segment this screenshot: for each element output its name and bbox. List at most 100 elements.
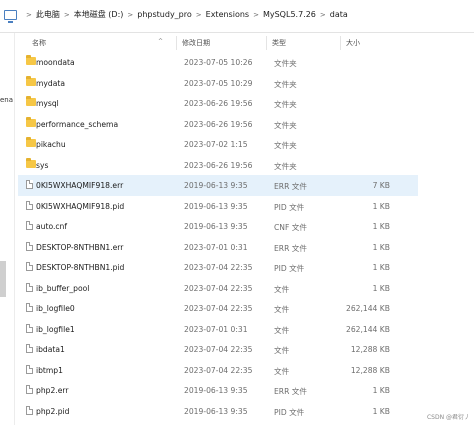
computer-icon xyxy=(4,9,17,23)
file-list: moondata 2023-07-05 10:26 文件夹 mydata 2023-07… xyxy=(18,52,418,421)
file-row[interactable]: php2.err 2019-06-13 9:35 ERR 文件 1 KB xyxy=(18,380,418,401)
modified-date: 2023-07-05 10:26 xyxy=(184,58,253,67)
breadcrumb-item[interactable]: data xyxy=(330,10,348,19)
column-header-name[interactable]: 名称 xyxy=(32,38,46,48)
file-type: 文件 xyxy=(274,305,290,314)
folder-icon xyxy=(26,157,36,168)
modified-date: 2023-06-26 19:56 xyxy=(184,99,253,108)
file-name: ibtmp1 xyxy=(36,365,63,375)
breadcrumb-item[interactable]: Extensions xyxy=(206,10,249,19)
chevron-right-icon[interactable]: > xyxy=(127,11,133,19)
file-type: 文件夹 xyxy=(274,161,297,171)
file-row[interactable]: ib_buffer_pool 2023-07-04 22:35 文件 1 KB xyxy=(18,278,418,299)
modified-date: 2019-06-13 9:35 xyxy=(184,181,248,190)
file-icon xyxy=(26,364,33,374)
modified-date: 2023-06-26 19:56 xyxy=(184,119,253,129)
file-row[interactable]: ib_logfile1 2023-07-01 0:31 文件 262,144 KB xyxy=(18,319,418,340)
chevron-right-icon[interactable]: > xyxy=(320,11,326,19)
file-name: pikachu xyxy=(36,140,66,149)
file-row[interactable]: DESKTOP-8NTHBN1.pid 2023-07-04 22:35 PID 文… xyxy=(18,257,418,278)
modified-date: 2023-07-01 0:31 xyxy=(184,242,248,252)
file-name: php2.err xyxy=(36,386,69,395)
file-row[interactable]: DESKTOP-8NTHBN1.err 2023-07-01 0:31 ERR 文件… xyxy=(18,237,418,258)
file-type: 文件 xyxy=(274,284,290,294)
modified-date: 2023-07-04 22:35 xyxy=(184,283,253,293)
file-type: 文件夹 xyxy=(274,120,297,130)
file-icon xyxy=(26,282,33,292)
file-size: 262,144 KB xyxy=(345,324,390,334)
modified-date: 2019-06-13 9:35 xyxy=(184,201,248,211)
folder-icon xyxy=(26,137,36,147)
file-size: 1 KB xyxy=(372,222,390,231)
file-type: PID 文件 xyxy=(274,407,305,417)
file-name: moondata xyxy=(36,58,75,67)
column-divider[interactable] xyxy=(266,36,267,50)
column-divider[interactable] xyxy=(340,36,341,50)
file-type: ERR 文件 xyxy=(274,243,307,253)
breadcrumb-item[interactable]: 此电脑 xyxy=(36,9,60,20)
file-name: mydata xyxy=(36,78,65,88)
file-type: 文件 xyxy=(274,346,290,355)
folder-icon xyxy=(26,116,36,127)
chevron-right-icon[interactable]: > xyxy=(26,11,32,19)
modified-date: 2023-07-04 22:35 xyxy=(184,304,253,313)
file-size: 1 KB xyxy=(372,242,390,252)
file-name: performance_schema xyxy=(36,119,119,129)
folder-row[interactable]: mydata 2023-07-05 10:29 文件夹 xyxy=(18,73,418,94)
file-name: ib_logfile1 xyxy=(36,324,75,334)
file-name: DESKTOP-8NTHBN1.err xyxy=(36,242,124,252)
file-name: mysql xyxy=(36,99,59,108)
folder-row[interactable]: mysql 2023-06-26 19:56 文件夹 xyxy=(18,93,418,114)
file-name: DESKTOP-8NTHBN1.pid xyxy=(36,263,125,272)
folder-icon xyxy=(26,75,36,86)
file-row[interactable]: ibdata1 2023-07-04 22:35 文件 12,288 KB xyxy=(18,339,418,360)
column-header-type[interactable]: 类型 xyxy=(272,38,286,48)
column-header-date[interactable]: 修改日期 xyxy=(182,38,210,48)
folder-row[interactable]: pikachu 2023-07-02 1:15 文件夹 xyxy=(18,134,418,155)
folder-icon xyxy=(26,55,36,65)
file-size: 1 KB xyxy=(372,263,390,272)
modified-date: 2019-06-13 9:35 xyxy=(184,222,248,231)
breadcrumb-item[interactable]: 本地磁盘 (D:) xyxy=(74,9,124,20)
file-name: ib_logfile0 xyxy=(36,304,75,313)
modified-date: 2023-07-01 0:31 xyxy=(184,324,248,334)
file-row[interactable]: auto.cnf 2019-06-13 9:35 CNF 文件 1 KB xyxy=(18,216,418,237)
watermark: CSDN @君衍丿 xyxy=(426,414,470,421)
file-name: 0KI5WXHAQMIF918.err xyxy=(36,181,124,190)
breadcrumb-item[interactable]: phpstudy_pro xyxy=(137,10,192,19)
column-header-row: ^ 名称 修改日期 类型 大小 xyxy=(24,36,474,50)
file-name: ibdata1 xyxy=(36,345,65,354)
file-row[interactable]: ib_logfile0 2023-07-04 22:35 文件 262,144 KB xyxy=(18,298,418,319)
chevron-right-icon[interactable]: > xyxy=(64,11,70,19)
file-icon xyxy=(26,221,33,230)
column-header-size[interactable]: 大小 xyxy=(346,38,360,48)
sort-caret-icon: ^ xyxy=(158,38,164,45)
file-type: PID 文件 xyxy=(274,202,305,212)
file-name: php2.pid xyxy=(36,406,70,416)
chevron-right-icon[interactable]: > xyxy=(253,11,259,19)
nav-scrollbar[interactable] xyxy=(0,261,6,297)
file-row[interactable]: 0KI5WXHAQMIF918.err 2019-06-13 9:35 ERR 文件… xyxy=(18,175,418,196)
file-icon xyxy=(26,180,33,189)
folder-row[interactable]: moondata 2023-07-05 10:26 文件夹 xyxy=(18,52,418,73)
breadcrumb-item[interactable]: MySQL5.7.26 xyxy=(263,10,316,19)
file-type: 文件夹 xyxy=(274,100,297,109)
column-divider[interactable] xyxy=(176,36,177,50)
nav-item-label[interactable]: ena xyxy=(0,96,13,104)
address-bar[interactable]: > 此电脑 > 本地磁盘 (D:) > phpstudy_pro > Extensions > M… xyxy=(0,0,474,33)
folder-row[interactable]: sys 2023-06-26 19:56 文件夹 xyxy=(18,155,418,176)
file-row[interactable]: 0KI5WXHAQMIF918.pid 2019-06-13 9:35 PID 文件… xyxy=(18,196,418,217)
file-icon xyxy=(26,385,33,394)
modified-date: 2023-07-04 22:35 xyxy=(184,263,253,272)
modified-date: 2019-06-13 9:35 xyxy=(184,406,248,416)
file-row[interactable]: ibtmp1 2023-07-04 22:35 文件 12,288 KB xyxy=(18,360,418,381)
file-name: auto.cnf xyxy=(36,222,68,231)
file-icon xyxy=(26,200,33,210)
file-size: 1 KB xyxy=(372,283,390,293)
file-size: 12,288 KB xyxy=(350,345,390,354)
chevron-right-icon[interactable]: > xyxy=(196,11,202,19)
file-type: 文件夹 xyxy=(274,141,297,150)
file-row[interactable]: php2.pid 2019-06-13 9:35 PID 文件 1 KB xyxy=(18,401,418,422)
folder-row[interactable]: performance_schema 2023-06-26 19:56 文件夹 xyxy=(18,114,418,135)
file-icon xyxy=(26,241,33,251)
